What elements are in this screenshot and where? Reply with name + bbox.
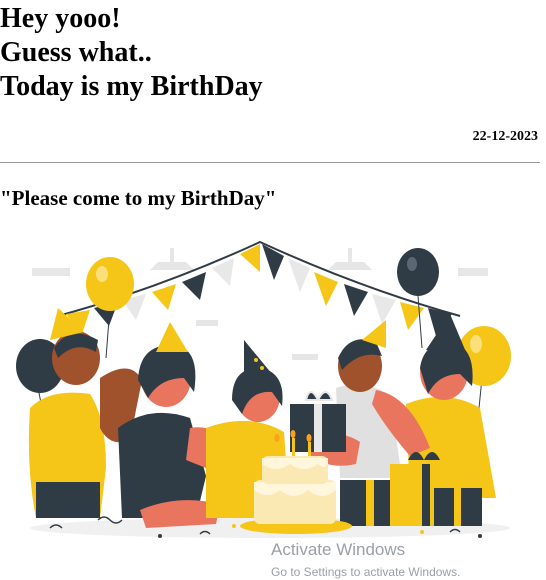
headline: Hey yooo! Guess what.. Today is my Birth… <box>0 2 263 104</box>
headline-line-2: Guess what.. <box>0 37 152 68</box>
headline-line-1: Hey yooo! <box>0 3 121 34</box>
invite-text: "Please come to my BirthDay" <box>0 186 277 210</box>
activate-windows-watermark: Activate Windows Go to Settings to activ… <box>271 540 460 580</box>
watermark-title: Activate Windows <box>271 540 406 559</box>
person-center-left <box>118 322 220 528</box>
date-label: 22-12-2023 <box>472 129 538 144</box>
birthday-party-illustration <box>16 240 511 538</box>
headline-line-3: Today is my BirthDay <box>0 71 263 102</box>
watermark-subtitle: Go to Settings to activate Windows. <box>271 565 461 579</box>
horizontal-divider <box>0 162 540 163</box>
